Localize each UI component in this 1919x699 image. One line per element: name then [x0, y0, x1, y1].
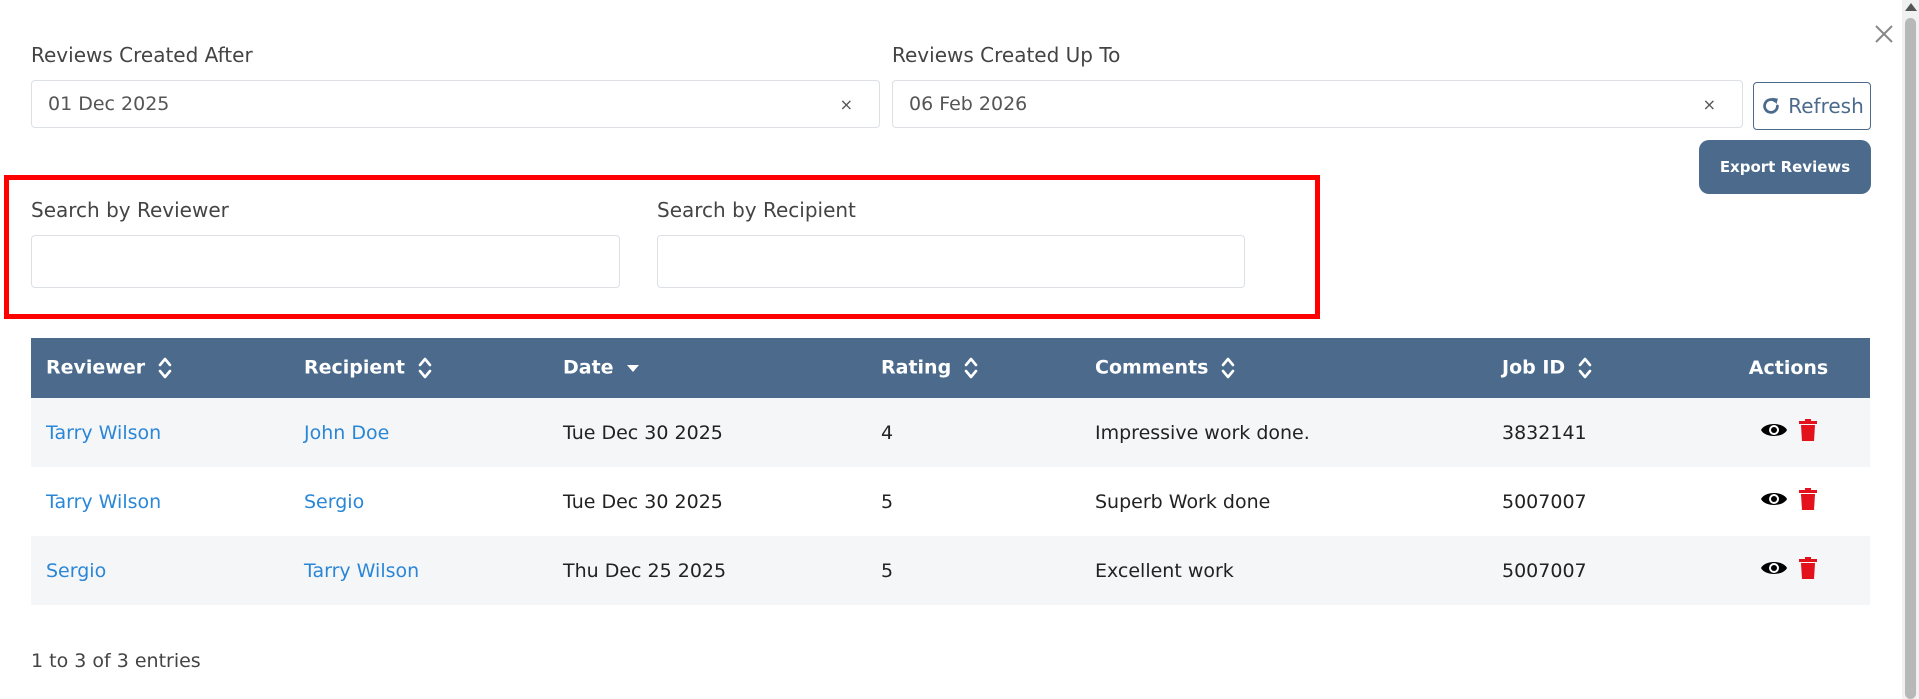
cell-rating: 5 — [881, 490, 894, 513]
cell-reviewer[interactable]: Tarry Wilson — [31, 398, 289, 467]
cell-actions — [1707, 467, 1870, 536]
scroll-thumb[interactable] — [1905, 18, 1916, 699]
cell-recipient[interactable]: Sergio — [289, 467, 548, 536]
entries-info: 1 to 3 of 3 entries — [31, 650, 201, 672]
cell-comments: Impressive work done. — [1095, 421, 1310, 444]
created-after-input[interactable]: 01 Dec 2025 × — [31, 80, 880, 128]
created-up-to-input[interactable]: 06 Feb 2026 × — [892, 80, 1743, 128]
header-reviewer-label: Reviewer — [46, 356, 146, 379]
recipient-link[interactable]: Tarry Wilson — [304, 560, 419, 582]
cell-reviewer[interactable]: Sergio — [31, 536, 289, 605]
view-button[interactable] — [1760, 489, 1788, 514]
header-date-label: Date — [563, 356, 614, 379]
cell-date: Tue Dec 30 2025 — [563, 421, 723, 444]
view-button[interactable] — [1760, 420, 1788, 445]
reviewer-link[interactable]: Tarry Wilson — [46, 491, 161, 513]
close-button[interactable] — [1872, 22, 1896, 46]
created-after-value: 01 Dec 2025 — [48, 93, 170, 115]
header-recipient[interactable]: Recipient — [289, 338, 548, 398]
eye-icon — [1761, 424, 1788, 436]
cell-reviewer[interactable]: Tarry Wilson — [31, 467, 289, 536]
header-comments-label: Comments — [1095, 356, 1209, 379]
cell-date: Tue Dec 30 2025 — [563, 490, 723, 513]
search-recipient-input[interactable] — [657, 235, 1245, 288]
created-up-to-value: 06 Feb 2026 — [909, 93, 1028, 115]
header-comments[interactable]: Comments — [1080, 338, 1487, 398]
cell-actions — [1707, 398, 1870, 467]
scroll-up-arrow[interactable] — [1905, 3, 1917, 11]
table-row: Tarry Wilson John Doe Tue Dec 30 2025 4 … — [31, 398, 1870, 467]
sort-icon — [158, 357, 172, 379]
header-recipient-label: Recipient — [304, 356, 405, 379]
refresh-label: Refresh — [1788, 94, 1864, 118]
table-row: Sergio Tarry Wilson Thu Dec 25 2025 5 Ex… — [31, 536, 1870, 605]
header-actions: Actions — [1707, 338, 1870, 398]
cell-rating: 4 — [881, 421, 894, 444]
header-job-id[interactable]: Job ID — [1487, 338, 1707, 398]
reviews-table: Reviewer Recipient Date Rating Comments — [31, 338, 1870, 605]
eye-icon — [1761, 562, 1788, 574]
delete-button[interactable] — [1798, 488, 1817, 515]
search-recipient-label: Search by Recipient — [657, 198, 856, 222]
trash-icon — [1798, 419, 1817, 441]
close-icon — [1875, 25, 1893, 43]
sort-icon — [1578, 357, 1592, 379]
table-row: Tarry Wilson Sergio Tue Dec 30 2025 5 Su… — [31, 467, 1870, 536]
cell-recipient[interactable]: John Doe — [289, 398, 548, 467]
header-rating-label: Rating — [881, 356, 952, 379]
trash-icon — [1798, 488, 1817, 510]
cell-comments: Superb Work done — [1095, 490, 1271, 513]
cell-recipient[interactable]: Tarry Wilson — [289, 536, 548, 605]
delete-button[interactable] — [1798, 557, 1817, 584]
header-actions-label: Actions — [1748, 357, 1829, 379]
recipient-link[interactable]: Sergio — [304, 491, 364, 513]
cell-actions — [1707, 536, 1870, 605]
reviews-table-container: Reviewer Recipient Date Rating Comments — [31, 338, 1870, 605]
search-reviewer-label: Search by Reviewer — [31, 198, 229, 222]
created-up-to-clear-button[interactable]: × — [1693, 95, 1726, 114]
sort-icon — [418, 357, 431, 379]
refresh-button[interactable]: Refresh — [1753, 82, 1871, 130]
header-reviewer[interactable]: Reviewer — [31, 338, 289, 398]
created-after-clear-button[interactable]: × — [830, 95, 863, 114]
cell-job-id: 5007007 — [1502, 559, 1587, 582]
reviewer-link[interactable]: Tarry Wilson — [46, 422, 161, 444]
created-after-label: Reviews Created After — [31, 43, 253, 67]
header-rating[interactable]: Rating — [866, 338, 1080, 398]
reviewer-link[interactable]: Sergio — [46, 560, 106, 582]
table-header-row: Reviewer Recipient Date Rating Comments — [31, 338, 1870, 398]
cell-job-id: 3832141 — [1502, 421, 1587, 444]
cell-comments: Excellent work — [1095, 559, 1234, 582]
cell-rating: 5 — [881, 559, 894, 582]
sort-icon — [1221, 357, 1235, 379]
cell-job-id: 5007007 — [1502, 490, 1587, 513]
view-button[interactable] — [1760, 558, 1788, 583]
header-date[interactable]: Date — [548, 338, 866, 398]
trash-icon — [1798, 557, 1817, 579]
refresh-icon — [1763, 97, 1780, 114]
scrollbar[interactable] — [1902, 0, 1919, 699]
eye-icon — [1761, 493, 1788, 505]
delete-button[interactable] — [1798, 419, 1817, 446]
export-reviews-button[interactable]: Export Reviews — [1699, 140, 1871, 194]
cell-date: Thu Dec 25 2025 — [563, 559, 727, 582]
header-job-id-label: Job ID — [1502, 356, 1566, 379]
sort-icon — [964, 357, 978, 379]
recipient-link[interactable]: John Doe — [304, 422, 389, 444]
sort-down-icon — [627, 365, 640, 372]
created-up-to-label: Reviews Created Up To — [892, 43, 1121, 67]
search-reviewer-input[interactable] — [31, 235, 620, 288]
